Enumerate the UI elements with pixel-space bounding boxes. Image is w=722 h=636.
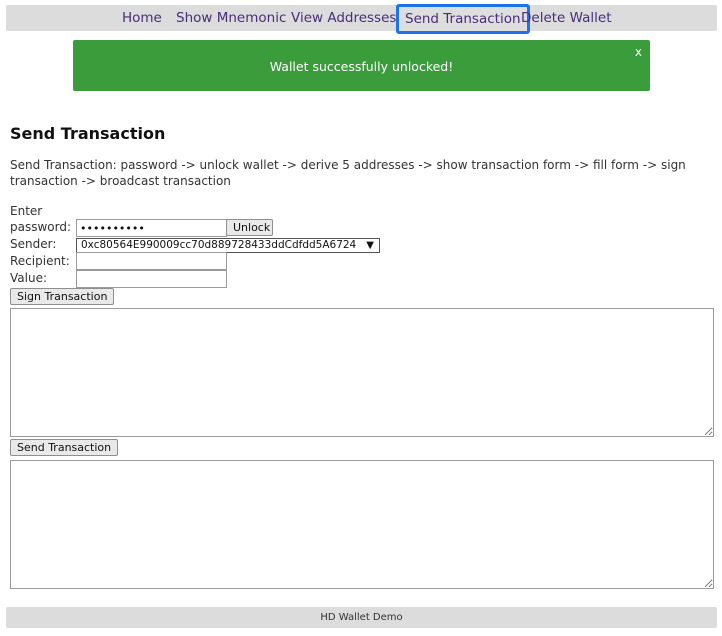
password-label-line2: password: — [10, 220, 72, 234]
value-label: Value: — [10, 271, 47, 285]
sender-selected-address: 0xc80564E990009cc70d889728433ddCdfdd5A67… — [81, 239, 357, 251]
nav-home[interactable]: Home — [122, 5, 162, 31]
footer-text: HD Wallet Demo — [320, 612, 403, 623]
page-description: Send Transaction: password -> unlock wal… — [10, 158, 686, 188]
unlock-button[interactable]: Unlock — [226, 219, 273, 236]
nav-view-addresses[interactable]: View Addresses — [291, 5, 396, 31]
alert-message: Wallet successfully unlocked! — [269, 59, 454, 74]
nav-delete-wallet[interactable]: Delete Wallet — [521, 5, 612, 31]
signed-transaction-textarea[interactable] — [10, 308, 714, 437]
recipient-field[interactable] — [76, 252, 227, 270]
nav-show-mnemonic[interactable]: Show Mnemonic — [176, 5, 286, 31]
send-transaction-button[interactable]: Send Transaction — [10, 439, 119, 456]
value-field[interactable] — [76, 270, 227, 288]
sender-select[interactable]: 0xc80564E990009cc70d889728433ddCdfdd5A67… — [76, 238, 380, 253]
close-icon[interactable]: x — [635, 45, 642, 59]
footer: HD Wallet Demo — [6, 607, 717, 628]
dropdown-arrow-icon: ▼ — [366, 240, 374, 251]
sign-transaction-button[interactable]: Sign Transaction — [10, 288, 115, 305]
top-nav-bar: Home Show Mnemonic View Addresses Send T… — [6, 4, 717, 34]
send-result-textarea[interactable] — [10, 460, 714, 589]
success-alert: Wallet successfully unlocked! x — [73, 40, 650, 91]
sender-label: Sender: — [10, 237, 57, 251]
page-title: Send Transaction — [10, 124, 166, 143]
password-label-line1: Enter — [10, 204, 43, 218]
password-field[interactable] — [76, 219, 227, 237]
nav-send-transaction[interactable]: Send Transaction — [396, 4, 530, 34]
recipient-label: Recipient: — [10, 254, 70, 268]
